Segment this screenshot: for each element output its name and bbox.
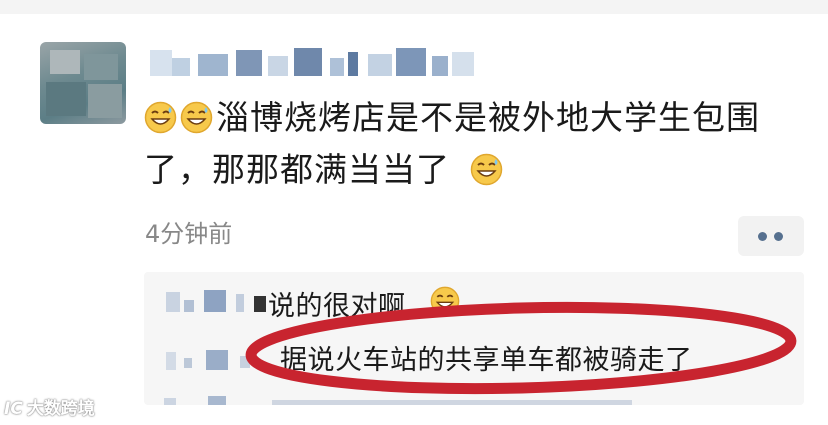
username-pixelated[interactable] [150,44,510,84]
watermark-text: 大数跨境 [26,399,95,419]
comments-section: 说的很对啊 据说火车站的共享单车都被骑走了 [144,272,804,405]
grinning-sweat-emoji-icon [430,286,460,316]
grinning-sweat-emoji-icon [470,153,503,186]
more-options-button[interactable] [738,216,804,256]
commenter-name-pixelated[interactable] [166,292,180,312]
grinning-sweat-emoji-icon [180,101,213,134]
post-text: 淄博烧烤店是不是被外地大学生包围 了，那那都满当当了 [144,92,804,196]
comment-item-partial[interactable] [144,390,804,405]
watermark: IC 大数跨境 [4,394,95,419]
top-divider [0,0,828,14]
post-line-2: 了，那那都满当当了 [144,144,804,196]
avatar[interactable] [40,42,126,124]
comment-text: 说的很对啊 [268,291,406,322]
comment-item[interactable]: 说的很对啊 [144,280,804,322]
grinning-sweat-emoji-icon [144,101,177,134]
watermark-logo: IC [4,399,23,419]
post-timestamp: 4分钟前 [145,220,233,248]
comment-item[interactable]: 据说火车站的共享单车都被骑走了 [144,338,804,378]
more-dots-icon [774,232,783,241]
commenter-name-pixelated[interactable] [166,352,176,370]
comment-text: 据说火车站的共享单车都被骑走了 [280,345,693,376]
more-dots-icon [758,232,767,241]
post-line-1: 淄博烧烤店是不是被外地大学生包围 [144,92,804,144]
